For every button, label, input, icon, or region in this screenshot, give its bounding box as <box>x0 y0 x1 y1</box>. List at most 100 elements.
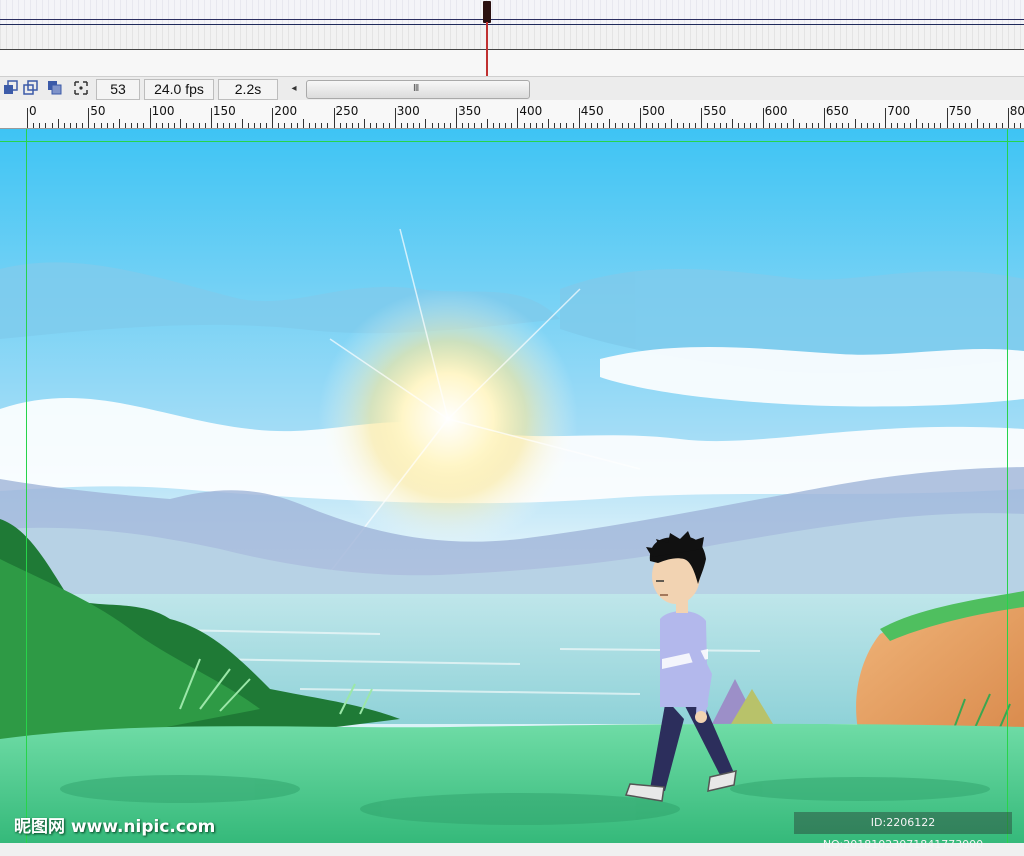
ruler-major-tick <box>88 108 90 128</box>
timeline-layer-row[interactable] <box>0 25 1024 50</box>
ruler-minor-tick <box>928 123 930 128</box>
ruler-minor-tick <box>646 123 648 128</box>
ruler-minor-tick <box>541 123 543 128</box>
ruler-minor-tick <box>327 123 329 128</box>
ruler-minor-tick <box>51 123 53 128</box>
ruler-minor-tick <box>290 123 292 128</box>
ruler-minor-tick <box>186 123 188 128</box>
ruler-major-tick <box>823 108 825 128</box>
ruler-minor-tick <box>854 119 856 128</box>
ruler-label: 80 <box>1009 104 1024 118</box>
ruler-minor-tick <box>609 119 611 128</box>
ruler-minor-tick <box>909 123 911 128</box>
ruler-major-tick <box>149 108 151 128</box>
ruler-minor-tick <box>664 123 666 128</box>
ruler-minor-tick <box>952 123 954 128</box>
ruler-minor-tick <box>964 123 966 128</box>
scene-artwork <box>0 129 1024 843</box>
ruler-minor-tick <box>621 123 623 128</box>
timeline-scroll-thumb[interactable]: III <box>306 80 530 99</box>
ruler-minor-tick <box>817 123 819 128</box>
ruler-minor-tick <box>106 123 108 128</box>
ruler-minor-tick <box>198 123 200 128</box>
ruler-minor-tick <box>633 123 635 128</box>
timeline-layer-row[interactable] <box>0 0 1024 25</box>
ruler-minor-tick <box>364 119 366 128</box>
ruler-minor-tick <box>345 123 347 128</box>
playhead-handle[interactable] <box>483 1 491 23</box>
timeline-divider <box>0 19 1024 20</box>
ruler-minor-tick <box>805 123 807 128</box>
ruler-minor-tick <box>738 123 740 128</box>
current-frame-field[interactable]: 53 <box>96 79 140 100</box>
ruler-minor-tick <box>958 123 960 128</box>
ruler-minor-tick <box>750 123 752 128</box>
frame-rate-field[interactable]: 24.0 fps <box>144 79 214 100</box>
ruler-minor-tick <box>308 123 310 128</box>
ruler-minor-tick <box>180 119 182 128</box>
onion-outline-icon[interactable] <box>22 80 40 98</box>
timeline-panel[interactable] <box>0 0 1024 76</box>
ruler-label: 700 <box>887 104 911 118</box>
ruler-minor-tick <box>253 123 255 128</box>
ruler-label: 0 <box>29 104 37 118</box>
ruler-minor-tick <box>658 123 660 128</box>
ruler-major-tick <box>946 108 948 128</box>
ruler-major-tick <box>578 108 580 128</box>
ruler-minor-tick <box>431 123 433 128</box>
ruler-major-tick <box>1007 108 1009 128</box>
ruler-minor-tick <box>830 123 832 128</box>
ruler-minor-tick <box>388 123 390 128</box>
modify-markers-icon[interactable] <box>72 80 90 98</box>
onion-skin-icon[interactable] <box>2 80 20 98</box>
edit-multiple-frames-icon[interactable] <box>46 80 64 98</box>
ruler-major-tick <box>272 108 274 128</box>
ruler-minor-tick <box>866 123 868 128</box>
ruler-minor-tick <box>603 123 605 128</box>
timeline-toolbar: 53 24.0 fps 2.2s ◂ III <box>0 76 1024 101</box>
ruler-minor-tick <box>449 123 451 128</box>
ruler-label: 650 <box>825 104 849 118</box>
ruler-minor-tick <box>204 123 206 128</box>
ruler-minor-tick <box>799 123 801 128</box>
ruler-minor-tick <box>370 123 372 128</box>
ruler-minor-tick <box>780 123 782 128</box>
ruler-major-tick <box>333 108 335 128</box>
ruler-minor-tick <box>57 119 59 128</box>
ruler-minor-tick <box>560 123 562 128</box>
ruler-minor-tick <box>872 123 874 128</box>
ruler-minor-tick <box>425 119 427 128</box>
ruler-minor-tick <box>112 123 114 128</box>
ruler-minor-tick <box>443 123 445 128</box>
ruler-minor-tick <box>419 123 421 128</box>
ruler-minor-tick <box>400 123 402 128</box>
image-id-label: ID:2206122 NO:20181023071841773000 <box>794 812 1012 851</box>
ruler-minor-tick <box>848 123 850 128</box>
ruler-minor-tick <box>266 123 268 128</box>
stage-canvas[interactable] <box>0 129 1024 843</box>
ruler-minor-tick <box>480 123 482 128</box>
ruler-minor-tick <box>155 123 157 128</box>
ruler-minor-tick <box>707 123 709 128</box>
ruler-minor-tick <box>315 123 317 128</box>
scroll-left-arrow-icon[interactable]: ◂ <box>288 81 300 97</box>
ruler-label: 350 <box>458 104 481 118</box>
ruler-minor-tick <box>971 123 973 128</box>
ruler-major-tick <box>640 108 641 128</box>
ruler-minor-tick <box>321 123 323 128</box>
ruler-minor-tick <box>554 123 556 128</box>
ruler-minor-tick <box>499 123 500 128</box>
ruler-label: 400 <box>519 104 543 118</box>
ruler-minor-tick <box>995 123 997 128</box>
stage-guide-top <box>0 141 1024 142</box>
ruler-minor-tick <box>744 123 746 128</box>
ruler-label: 50 <box>90 104 106 118</box>
ruler-minor-tick <box>879 123 881 128</box>
ruler-minor-tick <box>82 123 84 128</box>
timeline-empty-area <box>0 50 1024 76</box>
ruler-minor-tick <box>921 123 923 128</box>
ruler-minor-tick <box>572 123 574 128</box>
ruler-minor-tick <box>407 123 409 128</box>
ruler-minor-tick <box>983 123 985 128</box>
ruler-minor-tick <box>100 123 102 128</box>
